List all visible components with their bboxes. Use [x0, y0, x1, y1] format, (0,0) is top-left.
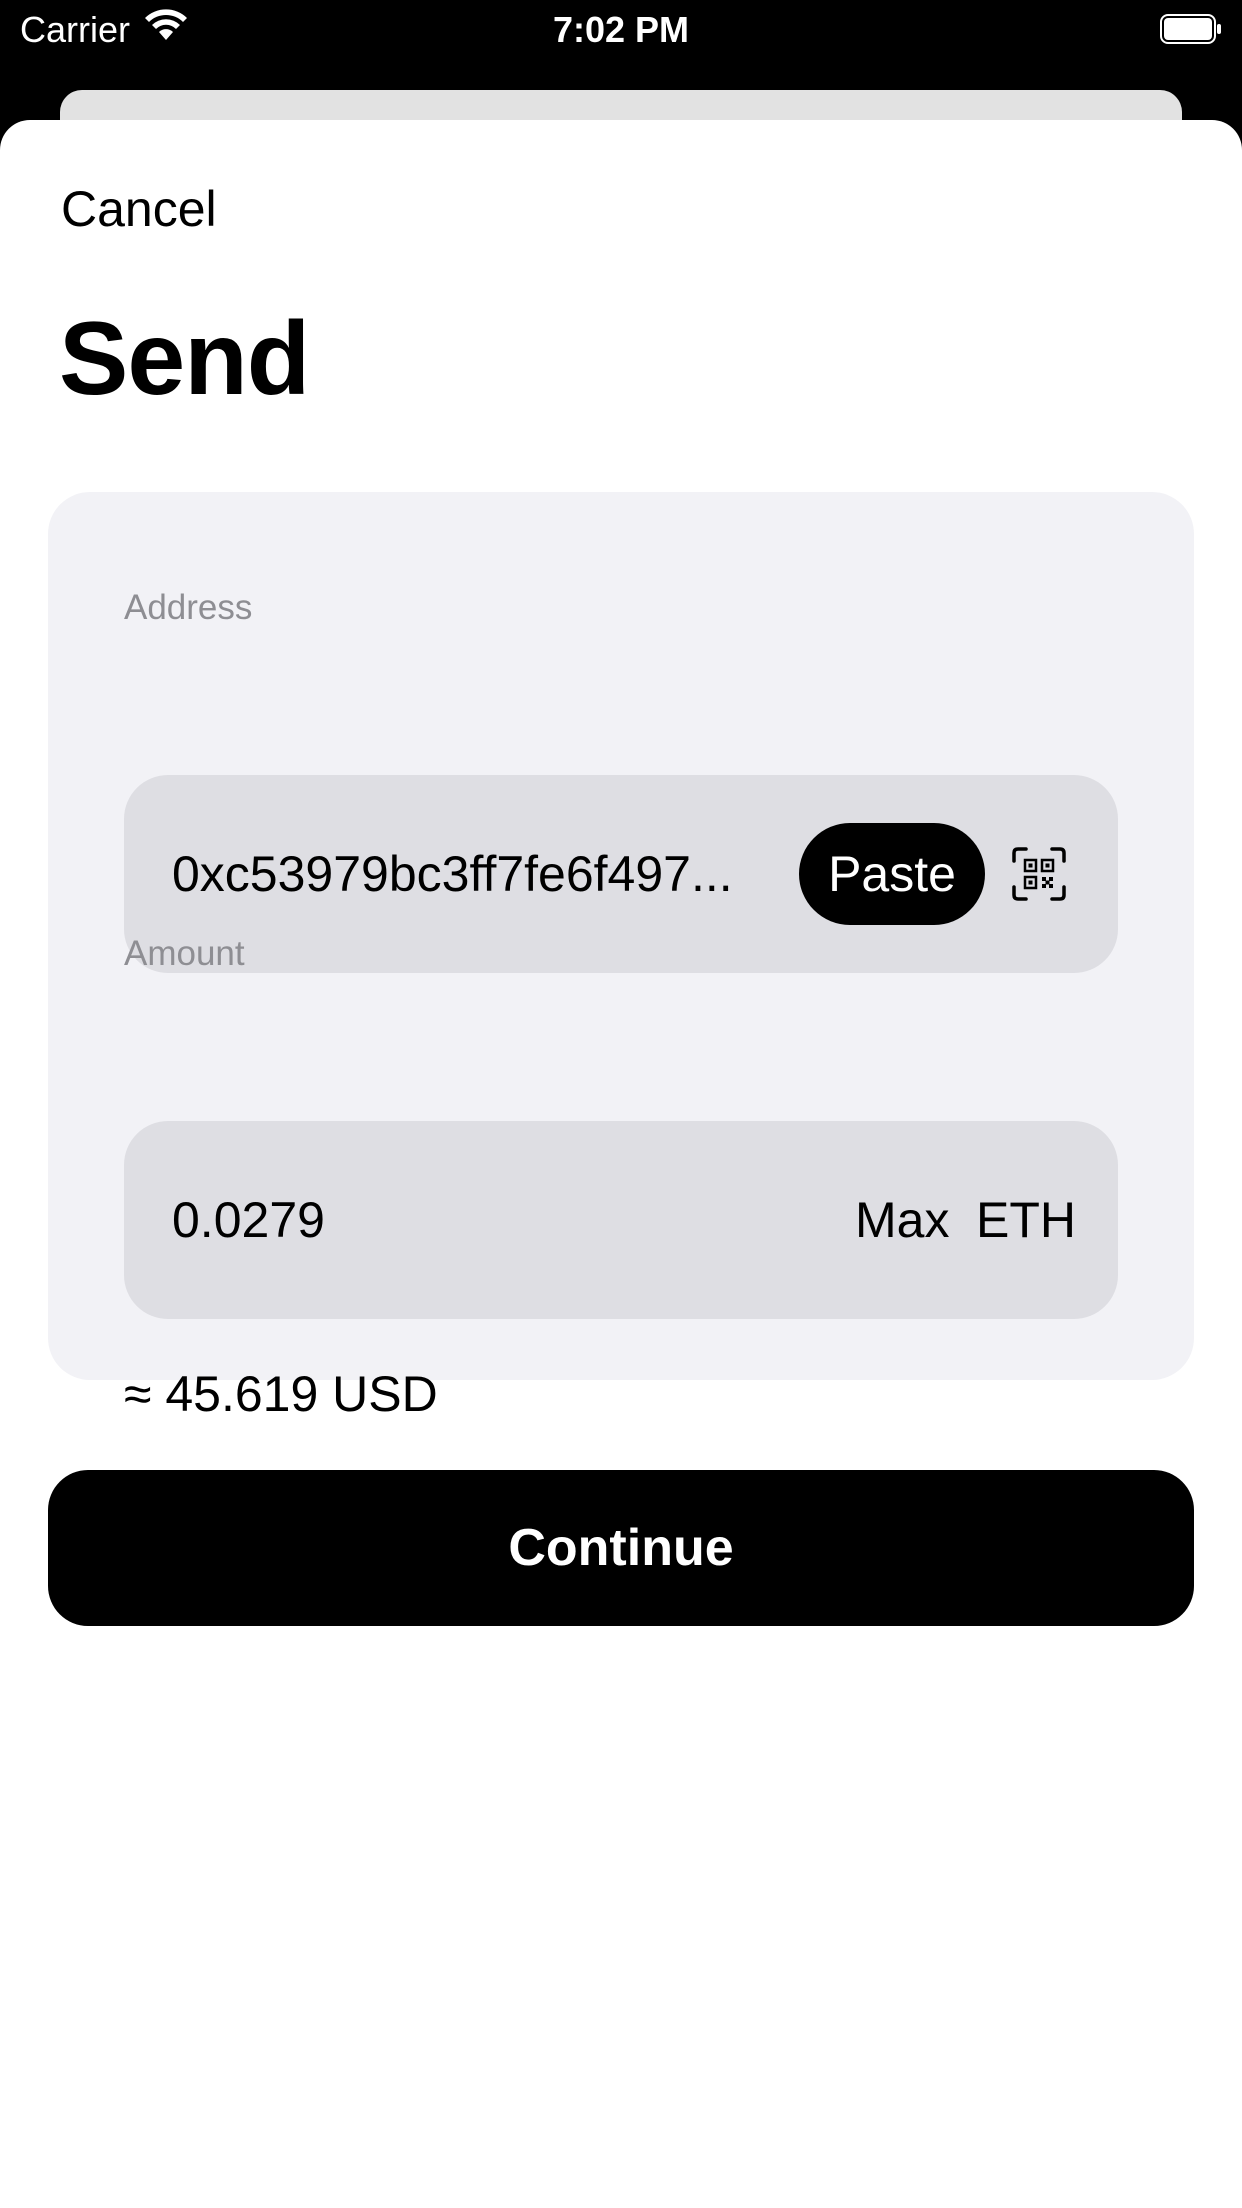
fiat-estimate: ≈ 45.619 USD — [124, 1366, 438, 1422]
page-title: Send — [59, 301, 310, 417]
qr-scan-icon[interactable] — [1012, 847, 1066, 901]
continue-button[interactable]: Continue — [48, 1470, 1194, 1626]
amount-field[interactable]: 0.0279 Max ETH — [124, 1121, 1118, 1319]
send-form-card: Address 0xc53979bc3ff7fe6f497... Paste A… — [48, 492, 1194, 1422]
cancel-button[interactable]: Cancel — [61, 180, 217, 238]
paste-button[interactable]: Paste — [799, 823, 985, 925]
amount-label: Amount — [124, 934, 245, 973]
battery-icon — [1160, 14, 1222, 44]
status-time: 7:02 PM — [552, 9, 690, 50]
address-label: Address — [124, 588, 253, 627]
currency-label: ETH — [976, 1192, 1076, 1248]
status-bar: Carrier 7:02 PM — [0, 0, 1242, 62]
amount-input[interactable]: 0.0279 — [172, 1121, 672, 1319]
address-input[interactable]: 0xc53979bc3ff7fe6f497... — [172, 775, 772, 973]
address-field[interactable]: 0xc53979bc3ff7fe6f497... Paste — [124, 775, 1118, 973]
send-sheet: Cancel Send Address 0xc53979bc3ff7fe6f49… — [0, 120, 1242, 2208]
max-button[interactable]: Max — [855, 1121, 949, 1319]
